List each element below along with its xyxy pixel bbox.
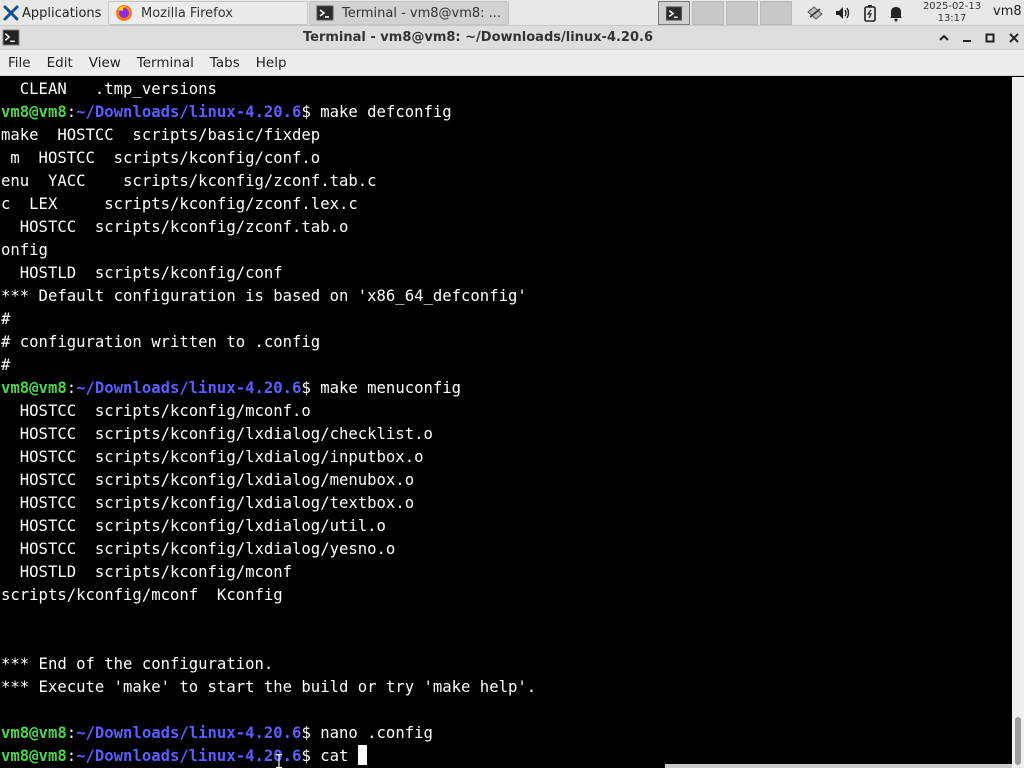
menu-view[interactable]: View <box>81 55 129 71</box>
network-icon[interactable] <box>806 4 824 22</box>
prompt-separator: : <box>66 379 77 397</box>
output-line: # configuration written to .config <box>1 333 321 351</box>
prompt-separator: : <box>66 747 77 765</box>
output-line: # <box>1 356 11 374</box>
prompt-line: vm8@vm8:~/Downloads/linux-4.20.6$ make d… <box>1 101 536 124</box>
horizontal-scroll-indicator <box>665 764 1012 768</box>
applications-label: Applications <box>22 5 102 21</box>
terminal-icon <box>665 6 683 21</box>
output-line: HOSTLD scripts/kconfig/conf <box>1 264 283 282</box>
output-line: scripts/kconfig/mconf Kconfig <box>1 586 283 604</box>
battery-icon[interactable] <box>861 4 879 22</box>
prompt-line: vm8@vm8:~/Downloads/linux-4.20.6$ nano .… <box>1 722 536 745</box>
workspace-4[interactable] <box>760 1 792 25</box>
minimize-icon <box>963 40 971 42</box>
window-title: Terminal - vm8@vm8: ~/Downloads/linux-4.… <box>303 30 653 45</box>
prompt-user: vm8@vm8 <box>1 103 67 121</box>
prompt-line: vm8@vm8:~/Downloads/linux-4.20.6$ make m… <box>1 377 536 400</box>
prompt-user: vm8@vm8 <box>1 747 67 765</box>
output-line: HOSTCC scripts/kconfig/lxdialog/textbox.… <box>1 494 415 512</box>
prompt-dollar: $ <box>301 103 321 121</box>
clock-time: 13:17 <box>937 13 967 24</box>
text-cursor-icon <box>276 754 282 768</box>
window-titlebar[interactable]: Terminal - vm8@vm8: ~/Downloads/linux-4.… <box>0 26 1024 50</box>
terminal-menubar: File Edit View Terminal Tabs Help <box>0 50 1024 76</box>
terminal-lines: CLEAN .tmp_versions vm8@vm8:~/Downloads/l… <box>1 78 536 768</box>
volume-icon[interactable] <box>834 4 852 22</box>
roll-up-button[interactable] <box>936 30 952 46</box>
output-line: HOSTCC scripts/kconfig/lxdialog/checklis… <box>1 425 433 443</box>
prompt-dollar: $ <box>301 747 321 765</box>
xfce-logo-icon <box>3 5 19 21</box>
output-line: HOSTCC scripts/kconfig/mconf.o <box>1 402 311 420</box>
output-line: m HOSTCC scripts/kconfig/conf.o <box>1 149 321 167</box>
minimize-button[interactable] <box>959 30 975 46</box>
workspace-3[interactable] <box>726 1 758 25</box>
output-line: HOSTCC scripts/kconfig/lxdialog/yesno.o <box>1 540 396 558</box>
taskbar-firefox-label: Mozilla Firefox <box>141 5 233 21</box>
scrollbar-thumb[interactable] <box>1015 717 1021 765</box>
vertical-scrollbar[interactable] <box>1012 77 1024 768</box>
output-line: onfig <box>1 241 48 259</box>
terminal-output[interactable]: CLEAN .tmp_versions vm8@vm8:~/Downloads/l… <box>0 77 1012 768</box>
prompt-path: ~/Downloads/linux-4.20.6 <box>76 747 302 765</box>
menu-file[interactable]: File <box>0 55 39 71</box>
menu-edit[interactable]: Edit <box>39 55 81 71</box>
output-line: HOSTCC scripts/kconfig/zconf.tab.o <box>1 218 349 236</box>
prompt-path: ~/Downloads/linux-4.20.6 <box>76 724 302 742</box>
close-icon <box>1009 33 1019 43</box>
workspace-2[interactable] <box>692 1 724 25</box>
clock[interactable]: 2025-02-13 13:17 <box>916 1 988 25</box>
close-button[interactable] <box>1006 30 1022 46</box>
maximize-icon <box>985 33 995 43</box>
output-line: HOSTLD scripts/kconfig/mconf <box>1 563 293 581</box>
workspace-1[interactable] <box>658 1 690 25</box>
menu-help[interactable]: Help <box>248 55 295 71</box>
taskbar-button-firefox[interactable]: Mozilla Firefox <box>108 1 308 25</box>
prompt-user: vm8@vm8 <box>1 724 67 742</box>
output-line: # <box>1 310 11 328</box>
command-text: make menuconfig <box>320 379 462 397</box>
taskbar-button-terminal[interactable]: Terminal - vm8@vm8: ... <box>309 1 509 25</box>
chevron-up-icon <box>939 34 949 41</box>
applications-menu-button[interactable]: Applications <box>0 0 108 26</box>
menu-terminal[interactable]: Terminal <box>129 55 202 71</box>
firefox-icon <box>116 5 132 21</box>
taskbar-terminal-label: Terminal - vm8@vm8: ... <box>342 5 502 21</box>
command-text: make defconfig <box>320 103 452 121</box>
prompt-dollar: $ <box>301 724 321 742</box>
maximize-button[interactable] <box>982 30 998 46</box>
prompt-line: vm8@vm8:~/Downloads/linux-4.20.6$ cat <box>1 745 536 768</box>
output-line: *** Execute 'make' to start the build or… <box>1 678 537 696</box>
output-line: HOSTCC scripts/kconfig/lxdialog/menubox.… <box>1 471 415 489</box>
command-text: nano .config <box>320 724 433 742</box>
terminal-cursor <box>357 745 367 765</box>
output-line: *** Default configuration is based on 'x… <box>1 287 527 305</box>
output-line: enu YACC scripts/kconfig/zconf.tab.c <box>1 172 377 190</box>
notification-bell-icon[interactable] <box>887 4 905 22</box>
top-panel: Applications Mozilla Firefox Terminal - … <box>0 0 1024 26</box>
output-line: make HOSTCC scripts/basic/fixdep <box>1 126 321 144</box>
prompt-separator: : <box>66 103 77 121</box>
output-line: c LEX scripts/kconfig/zconf.lex.c <box>1 195 358 213</box>
prompt-path: ~/Downloads/linux-4.20.6 <box>76 379 302 397</box>
terminal-icon <box>316 5 334 21</box>
command-text: cat <box>320 747 358 765</box>
clock-date: 2025-02-13 <box>922 1 982 12</box>
output-line: HOSTCC scripts/kconfig/lxdialog/inputbox… <box>1 448 424 466</box>
prompt-separator: : <box>66 724 77 742</box>
menu-tabs[interactable]: Tabs <box>202 55 248 71</box>
user-menu[interactable]: vm8 <box>993 4 1022 19</box>
prompt-user: vm8@vm8 <box>1 379 67 397</box>
prompt-dollar: $ <box>301 379 321 397</box>
prompt-path: ~/Downloads/linux-4.20.6 <box>76 103 302 121</box>
output-line: *** End of the configuration. <box>1 655 274 673</box>
output-line: CLEAN .tmp_versions <box>1 80 217 98</box>
output-line: HOSTCC scripts/kconfig/lxdialog/util.o <box>1 517 386 535</box>
